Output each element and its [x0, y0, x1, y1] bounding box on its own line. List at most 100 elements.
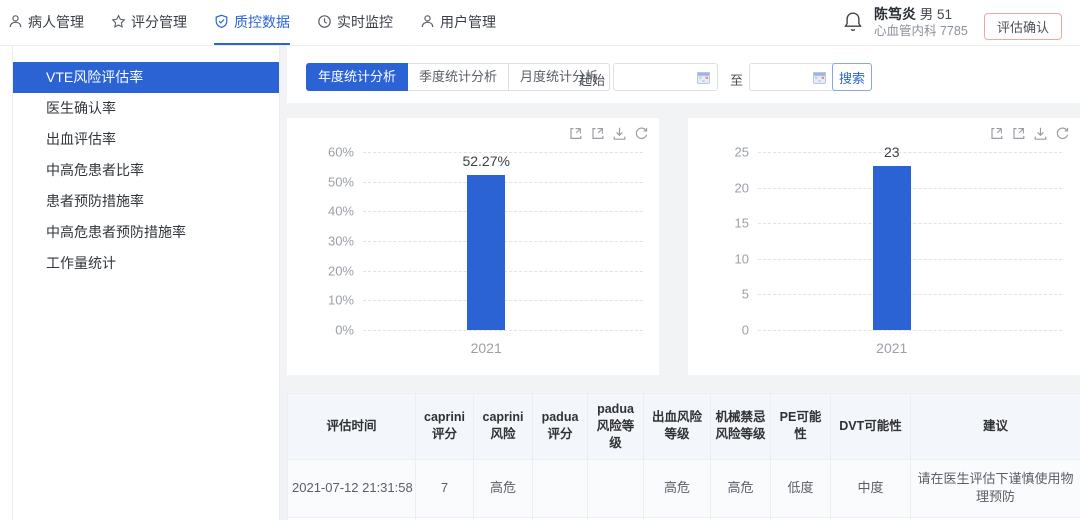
table-cell: 2021-07-12 21:31:58 — [287, 458, 416, 519]
magic-type-bar-icon[interactable] — [1011, 126, 1026, 141]
table-cell: 高危 — [643, 458, 711, 519]
nav-item-病人管理[interactable]: 病人管理 — [8, 0, 84, 45]
table-row: 2021-07-12 21:31:58 7 高危 高危 高危 低度 中度 请在医生评估下谨慎使… — [287, 458, 1080, 519]
table-cell — [587, 458, 644, 519]
top-navbar: 病人管理 评分管理 质控数据 实时监控 用户管理 陈笃炎 男 51 心血管内科 7785… — [0, 0, 1080, 46]
magic-type-line-icon[interactable] — [568, 126, 583, 141]
sidebar-item-医生确认率[interactable]: 医生确认率 — [13, 93, 279, 124]
nav-item-用户管理[interactable]: 用户管理 — [420, 0, 496, 45]
table-header-cell: padua评分 — [532, 393, 588, 460]
y-axis-tick-label: 10% — [327, 292, 354, 308]
table-cell — [532, 458, 588, 519]
sidebar-menu: VTE风险评估率 医生确认率 出血评估率 中高危患者比率 患者预防措施率 中高危患者预防措… — [12, 46, 280, 520]
table-cell: 中度 — [830, 458, 911, 519]
grid-line — [363, 330, 643, 331]
table-header-cell: padua风险等级 — [587, 393, 644, 460]
assessment-table: 评估时间 caprini评分 caprini风险 padua评分 padua风险等级 出血… — [287, 393, 1080, 520]
y-axis-tick-label: 20% — [327, 263, 354, 279]
to-date-label: 至 — [730, 73, 744, 88]
period-tab-group: 年度统计分析 季度统计分析 月度统计分析 — [306, 63, 611, 91]
patient-gender-age: 男 51 — [919, 7, 953, 22]
patient-icon — [8, 14, 23, 29]
y-axis-tick-label: 40% — [327, 203, 354, 219]
patient-dept-id: 心血管内科 7785 — [874, 24, 968, 38]
tab-年度统计分析[interactable]: 年度统计分析 — [306, 63, 409, 91]
chart-toolbox — [989, 126, 1070, 141]
y-axis-tick-label: 10 — [734, 251, 749, 267]
notification-bell-icon[interactable] — [843, 11, 865, 35]
table-header-row: 评估时间 caprini评分 caprini风险 padua评分 padua风险等级 出血… — [287, 393, 1080, 460]
bar-value-label: 52.27% — [462, 152, 510, 169]
user-icon — [420, 14, 435, 29]
sidebar-item-工作量统计[interactable]: 工作量统计 — [13, 248, 279, 279]
sidebar-item-中高危患者比率[interactable]: 中高危患者比率 — [13, 155, 279, 186]
table-cell: 高危 — [473, 458, 533, 519]
table-cell: 高危 — [710, 458, 771, 519]
grid-line — [758, 152, 1062, 153]
y-axis-tick-label: 0 — [741, 322, 749, 338]
bar-value-label: 23 — [883, 144, 900, 161]
x-axis-tick-label: 2021 — [876, 340, 908, 356]
table-header-cell: 建议 — [910, 393, 1080, 460]
assessment-table-card: 评估时间 caprini评分 caprini风险 padua评分 padua风险等级 出血… — [287, 393, 1080, 520]
table-cell: 7 — [415, 458, 474, 519]
tab-季度统计分析[interactable]: 季度统计分析 — [408, 63, 510, 91]
nav-item-label: 用户管理 — [440, 13, 496, 30]
nav-item-label: 评分管理 — [131, 13, 187, 30]
app-root: 病人管理 评分管理 质控数据 实时监控 用户管理 陈笃炎 男 51 心血管内科 7785… — [0, 0, 1080, 520]
table-header-cell: 评估时间 — [287, 393, 416, 460]
filters-panel: 年度统计分析 季度统计分析 月度统计分析 起始 至 搜索 — [287, 46, 1080, 103]
y-axis-tick-label: 30% — [327, 233, 354, 249]
y-axis-tick-label: 25 — [734, 144, 749, 160]
grid-line — [758, 330, 1062, 331]
table-header-cell: caprini风险 — [473, 393, 533, 460]
y-axis-tick-label: 20 — [734, 180, 749, 196]
bar-2021[interactable] — [467, 174, 506, 330]
magic-type-bar-icon[interactable] — [590, 126, 605, 141]
nav-menu: 病人管理 评分管理 质控数据 实时监控 用户管理 — [8, 0, 496, 45]
y-axis-tick-label: 60% — [327, 144, 354, 160]
star-icon — [111, 14, 126, 29]
calendar-icon[interactable] — [697, 71, 710, 84]
patient-name-line: 陈笃炎 男 51 — [874, 6, 968, 23]
save-image-icon[interactable] — [1033, 126, 1048, 141]
shield-check-icon — [214, 14, 229, 29]
assessment-rate-chart-card: 60% 50% 40% 30% 20% 10% 0% 52.27% 2021 — [287, 118, 659, 375]
y-axis-tick-label: 15 — [734, 215, 749, 231]
nav-item-label: 实时监控 — [337, 13, 393, 30]
sidebar-item-VTE风险评估率[interactable]: VTE风险评估率 — [13, 62, 279, 93]
bar-chart-plot: 60% 50% 40% 30% 20% 10% 0% 52.27% 2021 — [328, 145, 643, 356]
bar-chart-plot: 25 20 15 10 5 0 23 2021 — [735, 144, 1062, 356]
table-header-cell: 出血风险等级 — [643, 393, 711, 460]
nav-item-label: 质控数据 — [234, 13, 290, 30]
sidebar-item-中高危患者预防措施率[interactable]: 中高危患者预防措施率 — [13, 217, 279, 248]
table-header-cell: PE可能性 — [770, 393, 831, 460]
table-header-cell: 机械禁忌风险等级 — [710, 393, 771, 460]
sidebar-item-患者预防措施率[interactable]: 患者预防措施率 — [13, 186, 279, 217]
nav-item-质控数据[interactable]: 质控数据 — [214, 0, 290, 45]
patient-name: 陈笃炎 — [874, 6, 916, 22]
restore-icon[interactable] — [634, 126, 649, 141]
search-button[interactable]: 搜索 — [832, 63, 872, 91]
patient-info: 陈笃炎 男 51 心血管内科 7785 — [874, 6, 968, 40]
main-content: 年度统计分析 季度统计分析 月度统计分析 起始 至 搜索 60% 50% 40% 30% 2… — [280, 46, 1080, 520]
table-cell: 低度 — [770, 458, 831, 519]
y-axis-tick-label: 0% — [335, 322, 354, 338]
nav-item-评分管理[interactable]: 评分管理 — [111, 0, 187, 45]
assessment-count-chart-card: 25 20 15 10 5 0 23 2021 — [688, 118, 1080, 375]
y-axis-tick-label: 50% — [327, 174, 354, 190]
restore-icon[interactable] — [1055, 126, 1070, 141]
assessment-confirm-button[interactable]: 评估确认 — [984, 13, 1062, 40]
clock-icon — [317, 14, 332, 29]
table-header-cell: DVT可能性 — [830, 393, 911, 460]
nav-item-实时监控[interactable]: 实时监控 — [317, 0, 393, 45]
table-header-cell: caprini评分 — [415, 393, 474, 460]
start-date-label: 起始 — [579, 73, 606, 88]
y-axis-tick-label: 5 — [741, 286, 749, 302]
nav-item-label: 病人管理 — [28, 13, 84, 30]
sidebar-item-出血评估率[interactable]: 出血评估率 — [13, 124, 279, 155]
x-axis-tick-label: 2021 — [470, 340, 502, 356]
save-image-icon[interactable] — [612, 126, 627, 141]
magic-type-line-icon[interactable] — [989, 126, 1004, 141]
bar-2021[interactable] — [872, 166, 911, 330]
